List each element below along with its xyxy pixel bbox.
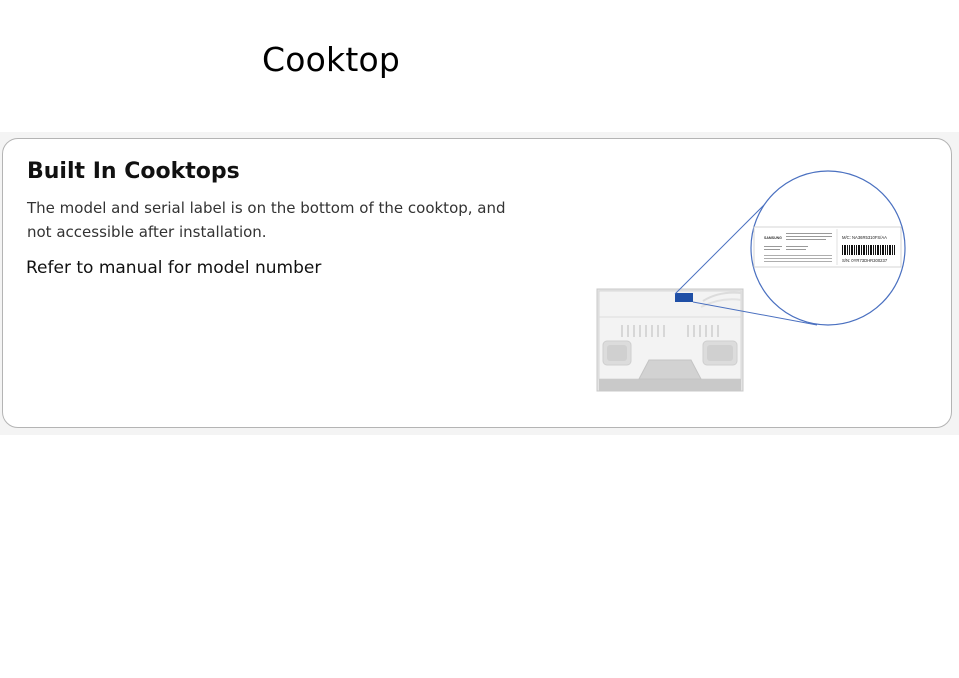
card-note: Refer to manual for model number	[26, 258, 322, 278]
label-serial-text: S/N: 0YR73DHR300237	[842, 258, 888, 263]
label-marker	[675, 293, 693, 302]
page-title: Cooktop	[262, 40, 401, 79]
barcode	[842, 245, 895, 255]
card-heading: Built In Cooktops	[27, 159, 240, 184]
cooktop-info-card: Built In Cooktops The model and serial l…	[2, 138, 952, 428]
cooktop-drawing	[596, 288, 744, 392]
label-brand-text: SAMSUNG	[764, 236, 782, 240]
label-model-text: M/C: NA36R5310FS/AA	[842, 235, 887, 240]
card-description: The model and serial label is on the bot…	[27, 199, 506, 241]
magnified-label: SAMSUNG M/C: NA36R5310FS/AA S/N: 0YR73DH…	[750, 170, 906, 326]
label-location-illustration: SAMSUNG M/C: NA36R5310FS/AA S/N: 0YR73DH…	[596, 170, 906, 392]
